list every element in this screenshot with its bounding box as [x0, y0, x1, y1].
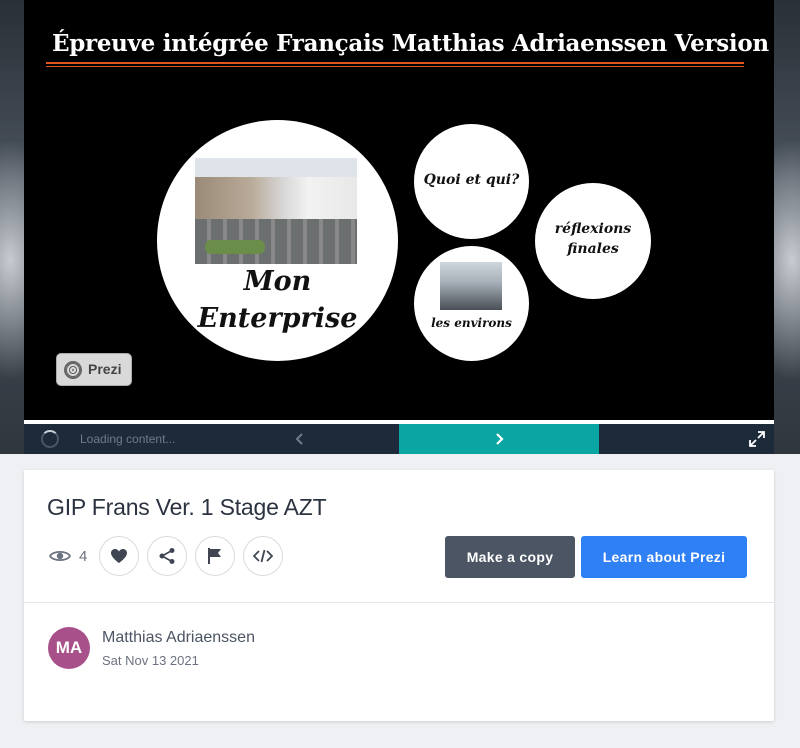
- loading-text: Loading content...: [80, 432, 176, 446]
- previous-button[interactable]: [290, 429, 310, 449]
- eye-icon: [49, 550, 71, 562]
- prezi-badge-label: Prezi: [88, 361, 122, 377]
- learn-about-prezi-button[interactable]: Learn about Prezi: [581, 536, 747, 578]
- title-underline: [46, 62, 744, 64]
- main-topic-circle[interactable]: Mon Enterprise: [157, 120, 398, 361]
- card-divider: [24, 602, 774, 603]
- office-photo: [440, 262, 502, 310]
- topic-circle-reflexions[interactable]: réflexions finales: [535, 183, 651, 299]
- avatar[interactable]: MA: [48, 627, 90, 669]
- slide-title: Épreuve intégrée Français Matthias Adria…: [52, 30, 774, 57]
- topic-label: Quoi et qui?: [423, 172, 520, 188]
- prezi-logo-badge[interactable]: Prezi: [56, 353, 132, 386]
- code-icon: [253, 549, 273, 563]
- topic-label-line2: finales: [567, 241, 619, 257]
- report-button[interactable]: [195, 536, 235, 576]
- share-button[interactable]: [147, 536, 187, 576]
- flag-icon: [208, 548, 221, 564]
- title-underline-thin: [46, 66, 744, 67]
- publish-date: Sat Nov 13 2021: [102, 653, 199, 668]
- embed-button[interactable]: [243, 536, 283, 576]
- building-photo: [195, 158, 357, 264]
- like-button[interactable]: [99, 536, 139, 576]
- chevron-right-icon: [496, 433, 504, 445]
- topic-label-line1: réflexions: [554, 221, 632, 237]
- view-count: 4: [79, 548, 88, 565]
- player-controls: Loading content...: [24, 424, 774, 454]
- make-copy-button[interactable]: Make a copy: [445, 536, 575, 578]
- topic-label: les environs: [431, 316, 512, 330]
- expand-icon: [749, 431, 765, 447]
- main-circle-line2: Enterprise: [197, 303, 358, 334]
- details-card: GIP Frans Ver. 1 Stage AZT 4 Make a copy…: [24, 470, 774, 721]
- presentation-viewer[interactable]: Épreuve intégrée Français Matthias Adria…: [24, 0, 774, 420]
- author-name[interactable]: Matthias Adriaenssen: [102, 629, 255, 647]
- chevron-left-icon: [295, 433, 303, 445]
- fullscreen-button[interactable]: [748, 430, 766, 448]
- next-button[interactable]: [399, 424, 599, 454]
- share-icon: [159, 548, 175, 564]
- main-circle-line1: Mon: [243, 266, 312, 297]
- topic-circle-environs[interactable]: les environs: [414, 246, 529, 361]
- topic-circle-quoi[interactable]: Quoi et qui?: [414, 124, 529, 239]
- presentation-title: GIP Frans Ver. 1 Stage AZT: [47, 494, 327, 520]
- prezi-logo-icon: [64, 361, 82, 379]
- loading-spinner-icon: [41, 430, 59, 448]
- heart-icon: [111, 549, 127, 563]
